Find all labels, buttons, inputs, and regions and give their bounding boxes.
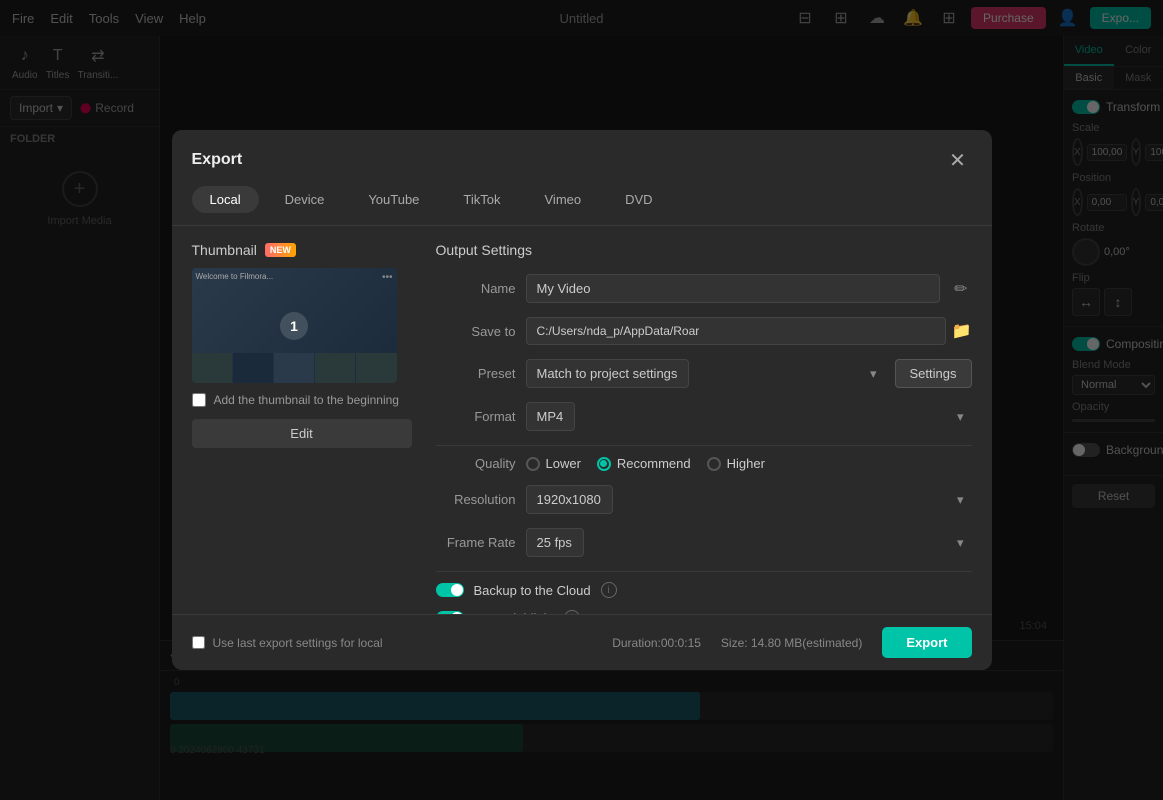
preset-row: Preset Match to project settings Setting… [436,359,972,388]
divider-1 [436,445,972,446]
add-thumbnail-checkbox[interactable] [192,393,206,407]
output-section: Output Settings Name ✏ Save to 📁 [436,242,972,598]
output-title: Output Settings [436,242,972,258]
backup-toggle[interactable] [436,583,464,597]
quality-lower-label: Lower [546,456,581,471]
preset-select-wrapper: Match to project settings [526,359,885,388]
footer-right: Duration:00:0:15 Size: 14.80 MB(estimate… [612,627,971,658]
format-select-wrapper: MP4 [526,402,972,431]
radio-higher [707,457,721,471]
size-label: Size: 14.80 MB(estimated) [721,636,862,650]
thumbnail-header: Thumbnail NEW [192,242,412,258]
save-to-label: Save to [436,324,516,339]
add-thumbnail-row: Add the thumbnail to the beginning [192,393,412,407]
use-last-settings: Use last export settings for local [192,636,383,650]
modal-close-button[interactable]: ✕ [944,146,972,174]
tab-dvd[interactable]: DVD [607,186,670,213]
quality-label: Quality [436,456,516,471]
modal-tabs: Local Device YouTube TikTok Vimeo DVD [172,174,992,226]
thumbnail-preview: Welcome to Filmora... ••• 1 [192,268,397,383]
rename-button[interactable]: ✏ [950,275,971,303]
frame-rate-row: Frame Rate 25 fps [436,528,972,557]
name-input[interactable] [526,274,941,303]
thumbnail-section: Thumbnail NEW Welcome to Filmora... ••• … [192,242,412,598]
backup-row: Backup to the Cloud i [436,582,972,598]
format-label: Format [436,409,516,424]
frame-rate-select[interactable]: 25 fps [526,528,584,557]
radio-lower [526,457,540,471]
backup-info-icon[interactable]: i [601,582,617,598]
quality-recommend-label: Recommend [617,456,691,471]
quality-higher[interactable]: Higher [707,456,765,471]
modal-header: Export ✕ [172,130,992,174]
quality-row: Quality Lower Recommend Higher [436,456,972,471]
add-thumbnail-label: Add the thumbnail to the beginning [214,393,399,407]
modal-footer: Use last export settings for local Durat… [172,614,992,670]
modal-title: Export [192,151,243,169]
name-row: Name ✏ [436,274,972,303]
settings-button[interactable]: Settings [895,359,972,388]
save-to-row: Save to 📁 [436,317,972,345]
resolution-select[interactable]: 1920x1080 [526,485,613,514]
frame-rate-label: Frame Rate [436,535,516,550]
format-select[interactable]: MP4 [526,402,575,431]
resolution-select-wrapper: 1920x1080 [526,485,972,514]
thumbnail-label: Thumbnail [192,242,257,258]
use-last-label: Use last export settings for local [213,636,383,650]
export-main-button[interactable]: Export [882,627,971,658]
duration-label: Duration:00:0:15 [612,636,701,650]
quality-options: Lower Recommend Higher [526,456,972,471]
radio-recommend [597,457,611,471]
thumb-filmstrip [192,353,397,383]
modal-overlay: Export ✕ Local Device YouTube TikTok Vim… [0,0,1163,800]
thumb-number: 1 [280,312,308,340]
quality-recommend[interactable]: Recommend [597,456,691,471]
tab-device[interactable]: Device [267,186,343,213]
format-row: Format MP4 [436,402,972,431]
quality-lower[interactable]: Lower [526,456,581,471]
preset-select[interactable]: Match to project settings [526,359,689,388]
tab-vimeo[interactable]: Vimeo [527,186,600,213]
edit-button[interactable]: Edit [192,419,412,448]
save-path-input[interactable] [526,317,946,345]
quality-higher-label: Higher [727,456,765,471]
folder-browse-button[interactable]: 📁 [952,321,972,341]
modal-body: Thumbnail NEW Welcome to Filmora... ••• … [172,226,992,614]
path-row: 📁 [526,317,972,345]
tab-local[interactable]: Local [192,186,259,213]
frame-rate-select-wrapper: 25 fps [526,528,972,557]
divider-2 [436,571,972,572]
backup-label: Backup to the Cloud [474,583,591,598]
auto-highlight-toggle[interactable] [436,611,464,614]
new-badge: NEW [265,243,296,257]
resolution-label: Resolution [436,492,516,507]
preset-label: Preset [436,366,516,381]
tab-tiktok[interactable]: TikTok [445,186,518,213]
name-label: Name [436,281,516,296]
thumb-placeholder: Welcome to Filmora... ••• 1 [192,268,397,383]
resolution-row: Resolution 1920x1080 [436,485,972,514]
use-last-checkbox[interactable] [192,636,205,649]
tab-youtube[interactable]: YouTube [350,186,437,213]
export-modal: Export ✕ Local Device YouTube TikTok Vim… [172,130,992,670]
